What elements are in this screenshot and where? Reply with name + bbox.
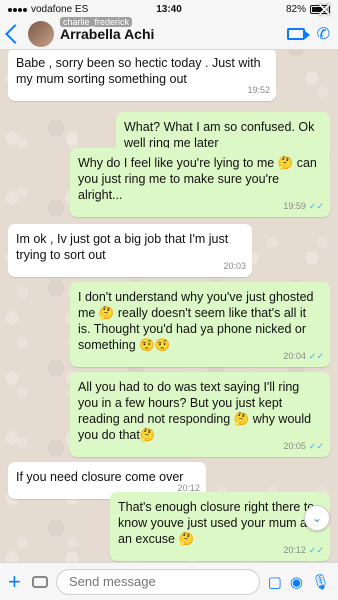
incoming-message[interactable]: Im ok , Iv just got a big job that I'm j…: [8, 224, 252, 277]
message-text: If you need closure come over: [16, 470, 184, 484]
timestamp: 19:52: [247, 85, 270, 95]
message-time: 20:05 ✓✓: [283, 438, 324, 454]
carrier-label: vodafone ES: [31, 3, 89, 15]
clock: 13:40: [156, 3, 182, 15]
message-text: Im ok , Iv just got a big job that I'm j…: [16, 232, 229, 262]
microphone-icon[interactable]: 🎙: [311, 573, 330, 591]
message-text: Why do I feel like you're lying to me 🤔 …: [78, 156, 317, 202]
timestamp: 20:03: [223, 261, 246, 271]
timestamp: 20:12: [283, 545, 306, 555]
close-icon[interactable]: ✕: [317, 0, 332, 21]
outgoing-message[interactable]: All you had to do was text saying I'll r…: [70, 372, 330, 457]
message-input[interactable]: [56, 568, 260, 595]
message-text: That's enough closure right there to kno…: [118, 500, 315, 546]
chevron-left-icon[interactable]: [5, 23, 25, 44]
sticker-icon[interactable]: ▢: [268, 573, 282, 591]
plus-icon[interactable]: +: [8, 569, 24, 595]
timestamp: 19:59: [283, 201, 306, 211]
message-time: 19:59 ✓✓: [283, 198, 324, 214]
signal-icon: [8, 4, 28, 15]
chat-header: charlie_frederick Arrabella Achi ✆: [0, 16, 338, 50]
outgoing-message[interactable]: Why do I feel like you're lying to me 🤔 …: [70, 148, 330, 217]
read-receipt-icon: ✓✓: [308, 441, 324, 451]
camera-icon[interactable]: [32, 575, 48, 588]
message-time: 20:03: [223, 258, 246, 274]
avatar[interactable]: [28, 20, 54, 47]
phone-icon[interactable]: ✆: [317, 24, 330, 44]
story-username: charlie_frederick: [60, 16, 133, 27]
composer-bar: + ▢ ◉ 🎙: [0, 562, 338, 600]
message-time: 20:04 ✓✓: [283, 348, 324, 364]
contact-name: Arrabella Achi: [60, 25, 155, 42]
timestamp: 20:04: [283, 351, 306, 361]
message-time: 20:12 ✓✓: [283, 542, 324, 558]
camera-icon[interactable]: ◉: [290, 573, 303, 591]
chevron-down-icon[interactable]: ⌄: [304, 505, 330, 531]
read-receipt-icon: ✓✓: [308, 351, 324, 361]
video-camera-icon[interactable]: [286, 27, 310, 40]
message-time: 19:52: [247, 82, 270, 98]
contact-info[interactable]: charlie_frederick Arrabella Achi: [60, 16, 287, 42]
status-bar: vodafone ES 13:40 82%: [0, 0, 338, 18]
read-receipt-icon: ✓✓: [308, 545, 324, 555]
message-text: All you had to do was text saying I'll r…: [78, 380, 312, 442]
timestamp: 20:05: [283, 441, 306, 451]
battery-percent: 82%: [285, 3, 306, 15]
message-text: Babe , sorry been so hectic today . Just…: [16, 56, 261, 86]
message-text: I don't understand why you've just ghost…: [78, 290, 314, 352]
read-receipt-icon: ✓✓: [308, 201, 324, 211]
outgoing-message[interactable]: That's enough closure right there to kno…: [110, 492, 330, 561]
incoming-message[interactable]: Babe , sorry been so hectic today . Just…: [8, 48, 276, 101]
outgoing-message[interactable]: I don't understand why you've just ghost…: [70, 282, 330, 367]
